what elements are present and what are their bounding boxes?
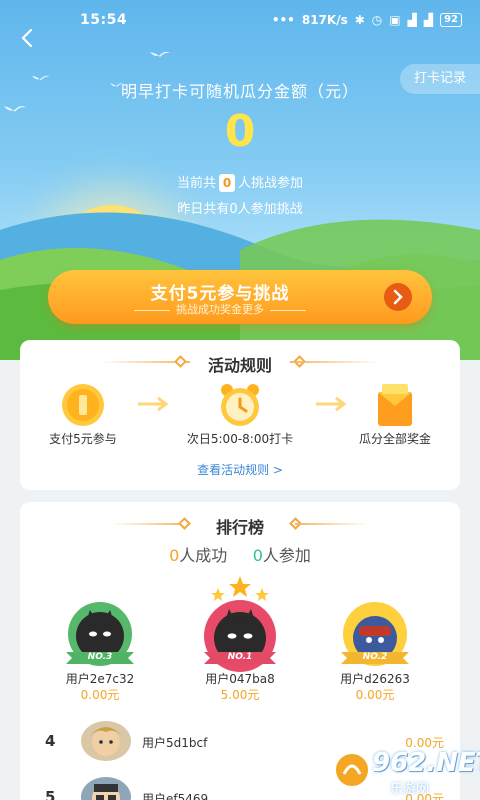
podium-name: 用户d26263 — [340, 672, 410, 686]
battery-indicator: 92 — [440, 13, 462, 27]
status-time: 15:54 — [80, 12, 128, 28]
network-speed: 817K/s — [301, 13, 348, 27]
rank-badge: NO.3 — [87, 652, 113, 662]
notification-dots-icon: ••• — [271, 13, 295, 27]
watermark-logo-icon — [334, 752, 370, 788]
current-participants: 当前共 0 人挑战参加 — [0, 172, 480, 192]
pot-amount: 0 — [224, 106, 256, 157]
row-rank: 5 — [45, 788, 56, 800]
rule-step-label: 瓜分全部奖金 — [358, 432, 431, 446]
hd-icon: ▣ — [389, 13, 401, 27]
title-line-right — [295, 523, 370, 525]
watermark-text: 962.NET — [372, 748, 480, 778]
row-rank: 4 — [45, 732, 56, 750]
view-rules-link[interactable]: 查看活动规则 > — [20, 461, 460, 478]
rank-badge: NO.2 — [362, 652, 388, 662]
red-envelope-icon — [378, 384, 412, 426]
rule-step-label: 支付5元参与 — [49, 432, 117, 446]
podium-name: 用户2e7c32 — [65, 672, 135, 686]
signal-icon: ▟ — [407, 13, 417, 27]
watermark-subtext: 乐游网 — [390, 782, 430, 797]
rule-step-share: 瓜分全部奖金 — [359, 382, 431, 446]
rule-step-checkin: 次日5:00-8:00打卡 — [187, 382, 293, 446]
current-count: 0 — [219, 174, 235, 192]
coin-icon — [62, 384, 104, 426]
avatar — [80, 720, 132, 762]
row-name: 用户5d1bcf — [142, 736, 208, 750]
avatar — [80, 776, 132, 800]
back-arrow-icon[interactable] — [16, 26, 40, 50]
site-watermark: 962.NET 乐游网 — [332, 748, 480, 797]
alarm-clock-icon — [221, 384, 259, 426]
rules-card: 活动规则 支付5元参与 次日5:00-8:00打卡 瓜分全部奖金 查看活动规则 … — [20, 340, 460, 490]
bluetooth-icon: ✱ — [354, 13, 365, 27]
title-line-right — [290, 361, 380, 363]
podium-name: 用户047ba8 — [205, 672, 275, 686]
rank-badge: NO.1 — [227, 652, 253, 662]
stars-icon — [211, 576, 269, 601]
podium-amount: 0.00元 — [355, 688, 395, 702]
success-label: 人成功 — [179, 546, 228, 565]
success-count: 0 — [169, 546, 180, 565]
status-bar: 15:54 ••• 817K/s ✱ ◷ ▣ ▟ ▟ 92 — [0, 0, 480, 40]
rule-step-pay: 支付5元参与 — [49, 382, 117, 446]
arrow-right-icon — [384, 283, 412, 311]
yesterday-participants: 昨日共有0人参加挑战 — [177, 202, 303, 217]
step-arrow-icon — [138, 396, 169, 412]
bird-icon — [150, 51, 170, 57]
current-prefix: 当前共 — [176, 176, 216, 191]
step-arrow-icon — [316, 396, 347, 412]
join-label: 人参加 — [262, 546, 311, 565]
join-challenge-sublabel: 挑战成功奖金更多 — [48, 301, 392, 317]
current-suffix: 人挑战参加 — [238, 176, 304, 191]
podium-amount: 0.00元 — [80, 688, 120, 702]
join-count: 0 — [252, 546, 263, 565]
podium-amount: 5.00元 — [220, 688, 260, 702]
signal-icon-2: ▟ — [423, 13, 434, 27]
alarm-icon: ◷ — [371, 13, 383, 27]
row-name: 用户ef5469 — [142, 792, 209, 800]
pot-label: 明早打卡可随机瓜分金额（元） — [120, 82, 359, 101]
rules-title: 活动规则 — [207, 356, 272, 375]
rule-step-label: 次日5:00-8:00打卡 — [186, 432, 294, 446]
join-challenge-button[interactable]: 支付5元参与挑战 挑战成功奖金更多 — [48, 270, 432, 324]
ranking-stats: 0人成功 0人参加 — [20, 542, 460, 566]
ranking-title: 排行榜 — [215, 518, 264, 537]
